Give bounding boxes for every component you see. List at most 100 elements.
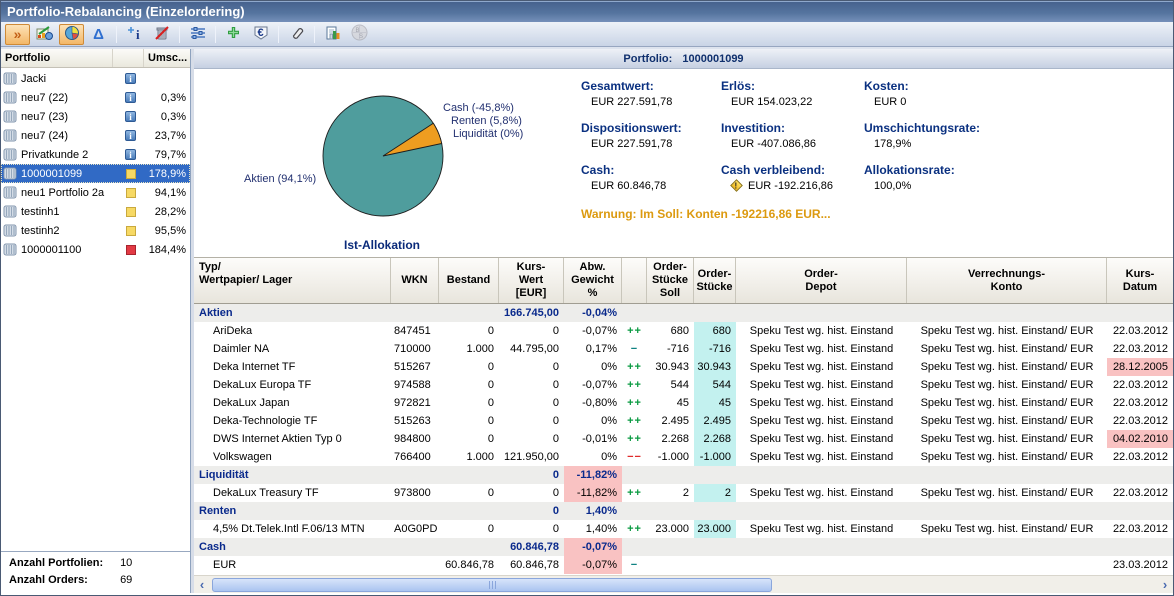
- warning-icon: !: [730, 179, 743, 192]
- report-button[interactable]: [320, 24, 345, 45]
- table-row[interactable]: 4,5% Dt.Telek.Intl F.06/13 MTNA0G0PD001,…: [194, 520, 1173, 538]
- cell-kurs-datum: 22.03.2012: [1107, 322, 1173, 340]
- table-group-row[interactable]: Liquidität0-11,82%: [194, 466, 1173, 484]
- delete-button[interactable]: [149, 24, 174, 45]
- cell-order-stuecke[interactable]: 544: [694, 376, 736, 394]
- portfolio-icon: [3, 129, 18, 142]
- table-group-row[interactable]: Cash60.846,78-0,07%: [194, 538, 1173, 556]
- portfolio-row[interactable]: neu7 (23)i0,3%: [1, 107, 190, 126]
- portfolio-row[interactable]: testinh295,5%: [1, 221, 190, 240]
- group-name: Aktien: [194, 304, 391, 322]
- header-cell-bestand[interactable]: Bestand: [439, 258, 499, 303]
- expand-button[interactable]: »: [5, 24, 30, 45]
- header-cell-kurswert[interactable]: Kurs- Wert [EUR]: [499, 258, 564, 303]
- portfolio-row[interactable]: Jackii: [1, 69, 190, 88]
- cell-order-stuecke[interactable]: -1.000: [694, 448, 736, 466]
- add-info-button[interactable]: i: [122, 24, 147, 45]
- cell-order-stuecke[interactable]: 2.495: [694, 412, 736, 430]
- cell-wkn: [391, 304, 439, 322]
- portfolio-icon: [3, 243, 18, 256]
- portfolio-row[interactable]: neu7 (24)i23,7%: [1, 126, 190, 145]
- portfolio-row[interactable]: Privatkunde 2i79,7%: [1, 145, 190, 164]
- table-row[interactable]: Volkswagen7664001.000121.950,000%−−-1.00…: [194, 448, 1173, 466]
- table-row[interactable]: AriDeka84745100-0,07%++680680Speku Test …: [194, 322, 1173, 340]
- table-row[interactable]: Deka Internet TF515267000%++30.94330.943…: [194, 358, 1173, 376]
- portfolio-row[interactable]: testinh128,2%: [1, 202, 190, 221]
- portfolio-header-value: 1000001099: [682, 53, 743, 65]
- header-cell-soll[interactable]: Order- Stücke Soll: [647, 258, 694, 303]
- cell-sign: [622, 304, 647, 322]
- cell-order-direction: ++: [622, 412, 647, 430]
- summary-cell: Gesamtwert:EUR 227.591,78: [581, 79, 721, 108]
- cell-order-stuecke[interactable]: [694, 556, 736, 574]
- cell-bestand: 0: [439, 412, 499, 430]
- umschichtungsrate-value: 79,7%: [146, 149, 190, 161]
- cell-datum: [1107, 502, 1173, 520]
- header-cell-konto[interactable]: Verrechnungs- Konto: [907, 258, 1107, 303]
- table-group-row[interactable]: Aktien166.745,00-0,04%: [194, 304, 1173, 322]
- title-bar: Portfolio-Rebalancing (Einzelordering): [1, 1, 1173, 22]
- sliders-button[interactable]: [185, 24, 210, 45]
- header-cell-stuecke[interactable]: Order- Stücke: [694, 258, 736, 303]
- summary-value: EUR 154.023,22: [721, 93, 864, 108]
- portfolio-row[interactable]: neu1 Portfolio 2a94,1%: [1, 183, 190, 202]
- portfolio-row[interactable]: 1000001100184,4%: [1, 240, 190, 259]
- table-row[interactable]: DekaLux Japan97282100-0,80%++4545Speku T…: [194, 394, 1173, 412]
- cell-konto: [907, 304, 1107, 322]
- scroll-left-button[interactable]: ‹: [194, 577, 210, 593]
- column-header-umschichtungsrate[interactable]: Umsc...: [144, 49, 190, 67]
- cell-wkn: 972821: [391, 394, 439, 412]
- cell-wkn: A0G0PD: [391, 520, 439, 538]
- cell-abw-gewicht: -11,82%: [564, 484, 622, 502]
- scroll-thumb[interactable]: [212, 578, 772, 592]
- column-header-portfolio[interactable]: Portfolio: [1, 49, 113, 67]
- header-cell-datum[interactable]: Kurs- Datum: [1107, 258, 1173, 303]
- cell-order-stuecke[interactable]: 45: [694, 394, 736, 412]
- header-cell-sign[interactable]: [622, 258, 647, 303]
- header-cell-abw[interactable]: Abw. Gewicht %: [564, 258, 622, 303]
- table-group-row[interactable]: Renten01,40%: [194, 502, 1173, 520]
- eraser-button[interactable]: [284, 24, 309, 45]
- table-row[interactable]: DekaLux Europa TF97458800-0,07%++544544S…: [194, 376, 1173, 394]
- delta-button[interactable]: Δ: [86, 24, 111, 45]
- table-row[interactable]: Daimler NA7100001.00044.795,000,17%−-716…: [194, 340, 1173, 358]
- header-cell-depot[interactable]: Order- Depot: [736, 258, 907, 303]
- cell-order-stuecke[interactable]: 30.943: [694, 358, 736, 376]
- cell-depot: [736, 502, 907, 520]
- header-cell-typ[interactable]: Typ/ Wertpapier/ Lager: [194, 258, 391, 303]
- cell-order-stuecke[interactable]: 2.268: [694, 430, 736, 448]
- euro-button[interactable]: €: [248, 24, 273, 45]
- cell-sign: [622, 502, 647, 520]
- status-critical-icon: [115, 245, 146, 255]
- cell-abw-gewicht: -11,82%: [564, 466, 622, 484]
- table-row[interactable]: EUR60.846,7860.846,78-0,07%−23.03.2012: [194, 556, 1173, 574]
- pie-chart-button[interactable]: [59, 24, 84, 45]
- portfolio-row[interactable]: neu7 (22)i0,3%: [1, 88, 190, 107]
- cell-order-direction: ++: [622, 322, 647, 340]
- cell-wertpapier: DekaLux Japan: [194, 394, 391, 412]
- cell-order-stuecke-soll: [647, 556, 694, 574]
- cell-order-stuecke[interactable]: 23.000: [694, 520, 736, 538]
- cell-order-depot: Speku Test wg. hist. Einstand: [736, 520, 907, 538]
- table-row[interactable]: DekaLux Treasury TF97380000-11,82%++22Sp…: [194, 484, 1173, 502]
- cell-order-stuecke[interactable]: 2: [694, 484, 736, 502]
- group-name: Renten: [194, 502, 391, 520]
- cell-order-depot: Speku Test wg. hist. Einstand: [736, 394, 907, 412]
- allocation-view-button[interactable]: [32, 24, 57, 45]
- cell-kurswert: 44.795,00: [499, 340, 564, 358]
- cell-order-stuecke-soll: 544: [647, 376, 694, 394]
- cell-kurs-datum: 22.03.2012: [1107, 520, 1173, 538]
- table-row[interactable]: Deka-Technologie TF515263000%++2.4952.49…: [194, 412, 1173, 430]
- column-header-status[interactable]: [113, 49, 144, 67]
- portfolio-row[interactable]: 1000001099178,9%: [1, 164, 190, 183]
- scroll-right-button[interactable]: ›: [1157, 577, 1173, 593]
- add-button[interactable]: [221, 24, 246, 45]
- header-cell-wkn[interactable]: WKN: [391, 258, 439, 303]
- cell-order-stuecke[interactable]: 680: [694, 322, 736, 340]
- status-info-icon: i: [115, 92, 146, 103]
- cell-wkn: 515263: [391, 412, 439, 430]
- cell-order-stuecke[interactable]: -716: [694, 340, 736, 358]
- table-row[interactable]: DWS Internet Aktien Typ 098480000-0,01%+…: [194, 430, 1173, 448]
- portfolio-header-label: Portfolio:: [623, 53, 672, 65]
- cell-order-direction: −−: [622, 448, 647, 466]
